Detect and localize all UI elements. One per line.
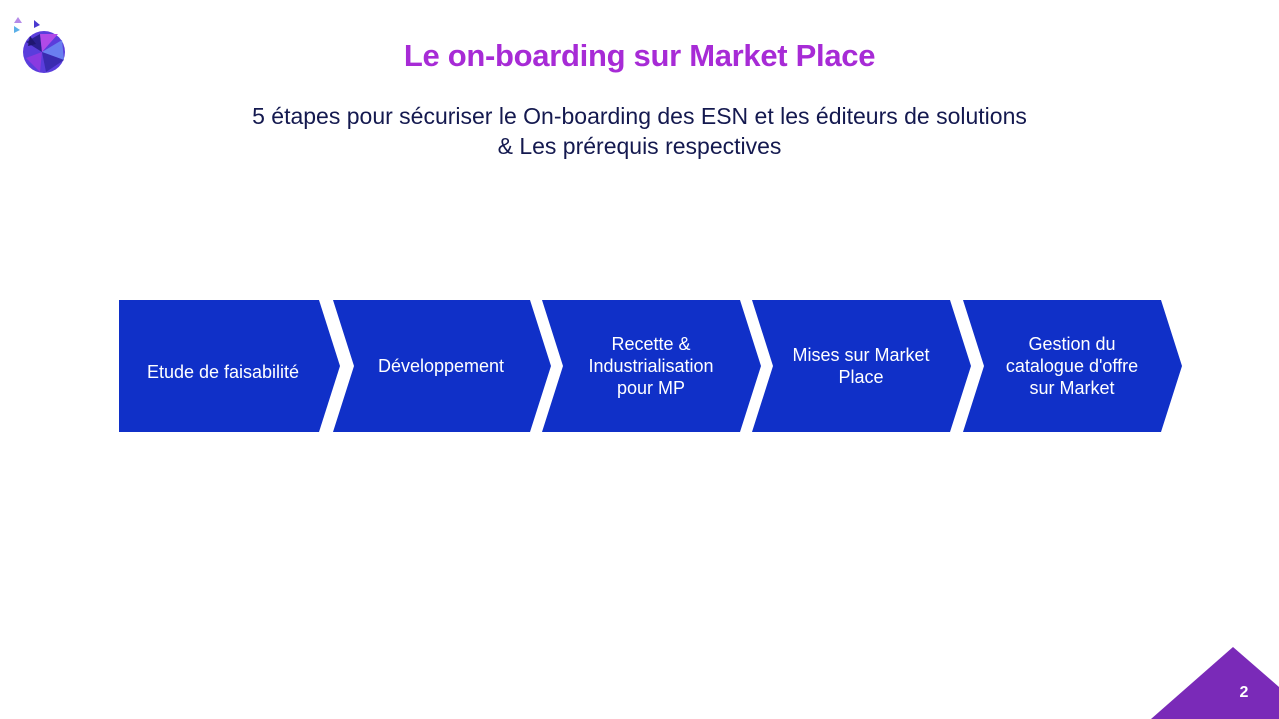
step-1-label: Etude de faisabilité — [146, 362, 300, 382]
step-2-label: Développement — [377, 356, 505, 376]
step-3-label: Recette & Industrialisation pour MP — [588, 334, 714, 398]
slide: Le on-boarding sur Market Place 5 étapes… — [0, 0, 1279, 719]
corner-triangle-decoration — [1151, 647, 1279, 719]
step-5-label: Gestion du catalogue d'offre sur Market — [1005, 334, 1139, 398]
step-4-label: Mises sur Market Place — [792, 345, 930, 387]
page-number: 2 — [1239, 684, 1249, 701]
